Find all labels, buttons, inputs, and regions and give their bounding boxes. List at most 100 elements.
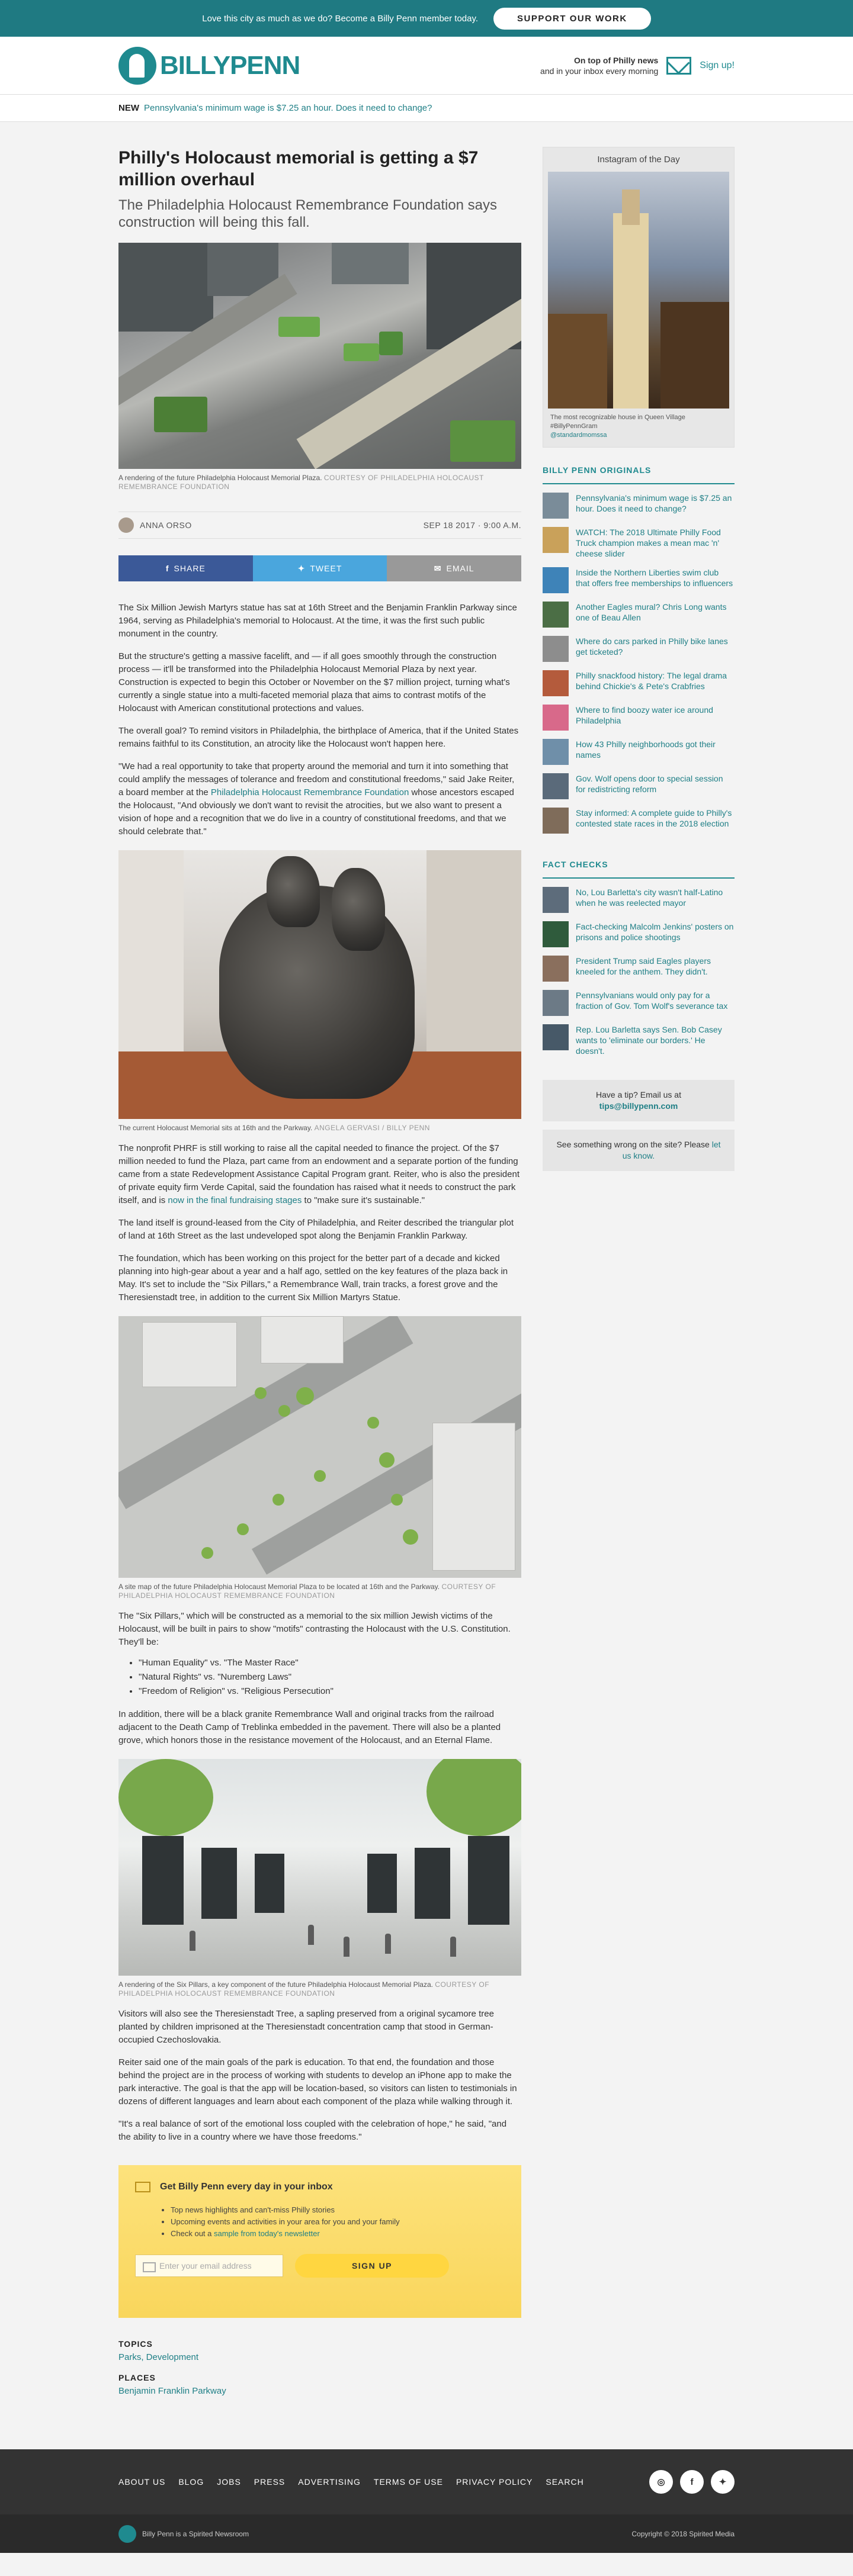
facebook-icon[interactable]: f [680,2470,704,2494]
instagram-photo[interactable] [548,172,729,409]
byline: ANNA ORSO SEP 18 2017 · 9:00 A.M. [118,512,521,539]
footer-link-about[interactable]: ABOUT US [118,2477,165,2487]
footer-link-blog[interactable]: BLOG [178,2477,204,2487]
social-links: ◎ f ✦ [649,2470,735,2494]
figure4-caption: A rendering of the Six Pillars, a key co… [118,1980,490,1998]
list-item: "Human Equality" vs. "The Master Race" [139,1656,521,1670]
paragraph: The overall goal? To remind visitors in … [118,726,519,749]
footer-link-jobs[interactable]: JOBS [217,2477,241,2487]
email-field[interactable]: Enter your email address [135,2255,283,2277]
figure-site-map: A site map of the future Philadelphia Ho… [118,1316,521,1600]
sidebar: Instagram of the Day The most recognizab… [543,147,735,2396]
mail-icon [666,56,692,75]
footer-link-search[interactable]: SEARCH [546,2477,583,2487]
instagram-widget: Instagram of the Day The most recognizab… [543,147,735,448]
paragraph: The foundation, which has been working o… [118,1253,508,1303]
tip-email-link[interactable]: tips@billypenn.com [599,1101,678,1111]
story-link[interactable]: Fact-checking Malcolm Jenkins' posters o… [576,921,735,943]
thumbnail[interactable] [543,921,569,947]
thumbnail[interactable] [543,956,569,982]
originals-list: Pennsylvania's minimum wage is $7.25 an … [543,493,735,834]
thumbnail[interactable] [543,990,569,1016]
story-link[interactable]: Where do cars parked in Philly bike lane… [576,636,735,657]
list-item: Check out a sample from today's newslett… [171,2228,502,2240]
list-item: Top news highlights and can't-miss Phill… [171,2204,502,2216]
signup-button[interactable]: SIGN UP [295,2254,449,2278]
list-item: Gov. Wolf opens door to special session … [543,773,735,799]
news-ticker: NEW Pennsylvania's minimum wage is $7.25… [0,95,853,122]
story-link[interactable]: Inside the Northern Liberties swim club … [576,567,735,588]
phrf-link[interactable]: Philadelphia Holocaust Remembrance Found… [211,787,409,797]
places-label: PLACES [118,2373,156,2382]
paragraph: In addition, there will be a black grani… [118,1709,501,1745]
story-link[interactable]: Philly snackfood history: The legal dram… [576,670,735,692]
story-link[interactable]: Stay informed: A complete guide to Phill… [576,808,735,829]
thumbnail[interactable] [543,739,569,765]
story-link[interactable]: Where to find boozy water ice around Phi… [576,705,735,726]
footer-link-terms[interactable]: TERMS OF USE [374,2477,443,2487]
author-avatar [118,517,134,533]
email-share-button[interactable]: ✉ EMAIL [387,555,522,581]
story-link[interactable]: Pennsylvania's minimum wage is $7.25 an … [576,493,735,514]
thumbnail[interactable] [543,636,569,662]
thumbnail[interactable] [543,493,569,519]
thumbnail[interactable] [543,887,569,913]
story-link[interactable]: WATCH: The 2018 Ultimate Philly Food Tru… [576,527,735,559]
figure2-caption: The current Holocaust Memorial sits at 1… [118,1124,430,1132]
thumbnail[interactable] [543,1024,569,1050]
footer-link-privacy[interactable]: PRIVACY POLICY [456,2477,533,2487]
thumbnail[interactable] [543,705,569,731]
promo-message: Love this city as much as we do? Become … [202,13,479,24]
twitter-icon[interactable]: ✦ [711,2470,735,2494]
thumbnail[interactable] [543,567,569,593]
support-button[interactable]: SUPPORT OUR WORK [493,7,651,30]
instagram-heading: Instagram of the Day [597,155,680,165]
author-name[interactable]: ANNA ORSO [140,520,192,530]
list-item: Inside the Northern Liberties swim club … [543,567,735,593]
story-link[interactable]: Pennsylvanians would only pay for a frac… [576,990,735,1011]
instagram-icon[interactable]: ◎ [649,2470,673,2494]
originals-heading: BILLY PENN ORIGINALS [543,465,735,484]
site-logo[interactable]: BILLYPENN [118,46,300,85]
newsletter-heading: Get Billy Penn every day in your inbox [160,2182,333,2192]
story-link[interactable]: Rep. Lou Barletta says Sen. Bob Casey wa… [576,1024,735,1056]
signup-link[interactable]: Sign up! [700,60,735,71]
list-item: Pennsylvania's minimum wage is $7.25 an … [543,493,735,519]
fundraising-link[interactable]: now in the final fundraising stages [168,1195,302,1205]
list-item: Upcoming events and activities in your a… [171,2216,502,2228]
facebook-share-button[interactable]: f SHARE [118,555,253,581]
story-link[interactable]: Gov. Wolf opens door to special session … [576,773,735,795]
footer-link-advertising[interactable]: ADVERTISING [298,2477,361,2487]
list-item: "Freedom of Religion" vs. "Religious Per… [139,1684,521,1699]
story-link[interactable]: President Trump said Eagles players knee… [576,956,735,977]
list-item: "Natural Rights" vs. "Nuremberg Laws" [139,1670,521,1684]
thumbnail[interactable] [543,670,569,696]
ticker-headline-link[interactable]: Pennsylvania's minimum wage is $7.25 an … [144,103,432,113]
footer-link-press[interactable]: PRESS [254,2477,285,2487]
story-link[interactable]: No, Lou Barletta's city wasn't half-Lati… [576,887,735,908]
paragraph: But the structure's getting a massive fa… [118,651,510,713]
footer-logo-icon [118,2524,136,2543]
paragraph: Reiter said one of the main goals of the… [118,2057,517,2107]
sample-newsletter-link[interactable]: sample from today's newsletter [214,2229,320,2238]
figure-six-pillars: A rendering of the Six Pillars, a key co… [118,1759,521,1998]
instagram-handle-link[interactable]: @standardmomssa [550,432,607,439]
paragraph: The Six Million Jewish Martyrs statue ha… [118,603,517,639]
factchecks-heading: FACT CHECKS [543,860,735,879]
thumbnail[interactable] [543,808,569,834]
list-item: Where do cars parked in Philly bike lane… [543,636,735,662]
tip-box: Have a tip? Email us at tips@billypenn.c… [543,1080,735,1121]
story-link[interactable]: How 43 Philly neighborhoods got their na… [576,739,735,760]
thumbnail[interactable] [543,602,569,628]
article-meta: TOPICS Parks, Development PLACES Benjami… [118,2339,521,2396]
site-header: BILLYPENN On top of Philly news and in y… [0,37,853,95]
topics-link[interactable]: Parks, Development [118,2352,521,2362]
email-icon: ✉ [434,563,442,573]
article-body: The Six Million Jewish Martyrs statue ha… [118,602,521,2144]
places-link[interactable]: Benjamin Franklin Parkway [118,2386,521,2396]
twitter-share-button[interactable]: ✦ TWEET [252,555,387,581]
thumbnail[interactable] [543,527,569,553]
share-bar: f SHARE ✦ TWEET ✉ EMAIL [118,555,522,581]
thumbnail[interactable] [543,773,569,799]
story-link[interactable]: Another Eagles mural? Chris Long wants o… [576,602,735,623]
